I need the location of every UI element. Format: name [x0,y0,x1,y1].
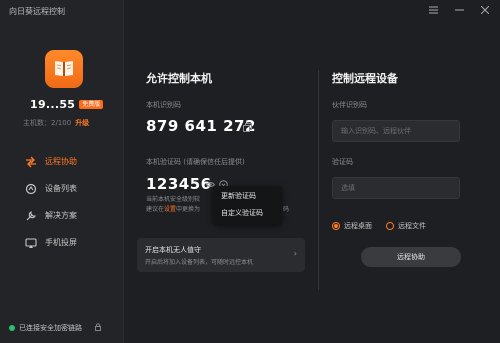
online-dot-icon [9,325,15,331]
book-icon [55,61,73,76]
verify-code-input-label: 验证码 [332,158,353,166]
control-remote-title: 控制远程设备 [332,72,398,85]
sidebar-item-solutions[interactable]: 解决方案 [25,202,120,229]
remote-assist-button[interactable]: 远程协助 [361,247,461,267]
app-window: 向日葵远程控制 19...55 免费版 主机数：2/100 升级 远程协助 设备… [0,0,500,343]
unattended-subtitle: 开启后将加入设备列表，可随时远控本机 [145,259,254,266]
chevron-right-icon: › [293,249,297,258]
option-remote-desktop[interactable]: 远程桌面 [332,221,372,231]
sidebar: 向日葵远程控制 19...55 免费版 主机数：2/100 升级 远程协助 设备… [0,0,124,343]
verify-code-label: 本机验证码 (请确保信任后提供) [146,158,245,166]
option-remote-files[interactable]: 远程文件 [386,221,426,231]
app-title: 向日葵远程控制 [9,7,65,16]
account-row: 19...55 免费版 [30,98,104,111]
host-count-row: 主机数：2/100 升级 [23,118,89,128]
radio-selected-icon [332,222,340,230]
radio-unselected-icon [386,222,394,230]
minimize-icon[interactable] [450,4,468,16]
sidebar-item-remote-assist[interactable]: 远程协助 [25,148,120,175]
host-count: 主机数：2/100 [23,119,72,127]
unattended-access-card[interactable]: 开启本机无人值守 开启后将加入设备列表，可随时远控本机 › [137,238,305,272]
account-name: 19...55 [30,98,76,111]
verify-code-menu: 更新验证码 自定义验证码 [213,186,282,224]
solutions-icon [25,210,37,222]
sidebar-item-label: 手机投屏 [45,238,77,247]
security-hint-line1: 当前本机安全级别较 [146,196,201,203]
panel-divider [318,70,319,290]
screen-cast-icon [25,237,37,249]
sidebar-item-label: 设备列表 [45,184,77,193]
close-icon[interactable] [476,4,494,16]
allow-control-title: 允许控制本机 [146,72,212,85]
unattended-title: 开启本机无人值守 [145,246,201,254]
sidebar-item-label: 解决方案 [45,211,77,220]
upgrade-link[interactable]: 升级 [75,119,89,127]
device-list-icon [25,183,37,195]
menu-item-refresh-code[interactable]: 更新验证码 [213,188,282,205]
security-hint: 当前本机安全级别较 建议在设置中更换为 [146,195,200,215]
copy-icon[interactable] [243,123,252,132]
partner-id-input[interactable] [332,120,460,142]
option-label: 远程桌面 [344,222,372,230]
menu-icon[interactable] [424,4,442,16]
security-hint-tail: 码 [283,206,290,213]
lock-icon[interactable] [94,323,102,333]
verify-code-value: 123456 [146,175,212,193]
sidebar-nav: 远程协助 设备列表 解决方案 手机投屏 [25,148,120,256]
menu-item-custom-code[interactable]: 自定义验证码 [213,205,282,222]
connection-status: 已连接安全加密链路 [9,323,102,333]
option-label: 远程文件 [398,222,426,230]
partner-id-label: 伙伴识别码 [332,101,367,109]
plan-badge: 免费版 [79,100,104,109]
device-id-value: 879 641 272 [146,117,256,135]
status-text: 已连接安全加密链路 [19,324,82,332]
verify-code-input[interactable] [332,177,460,199]
security-hint-line2: 建议在设置中更换为 [146,206,201,213]
settings-link[interactable]: 设置 [164,206,176,213]
remote-assist-icon [25,156,37,168]
window-controls [416,4,494,16]
app-logo [45,50,83,88]
sidebar-item-screen-cast[interactable]: 手机投屏 [25,229,120,256]
device-id-label: 本机识别码 [146,101,181,109]
sidebar-item-device-list[interactable]: 设备列表 [25,175,120,202]
sidebar-item-label: 远程协助 [45,157,77,166]
